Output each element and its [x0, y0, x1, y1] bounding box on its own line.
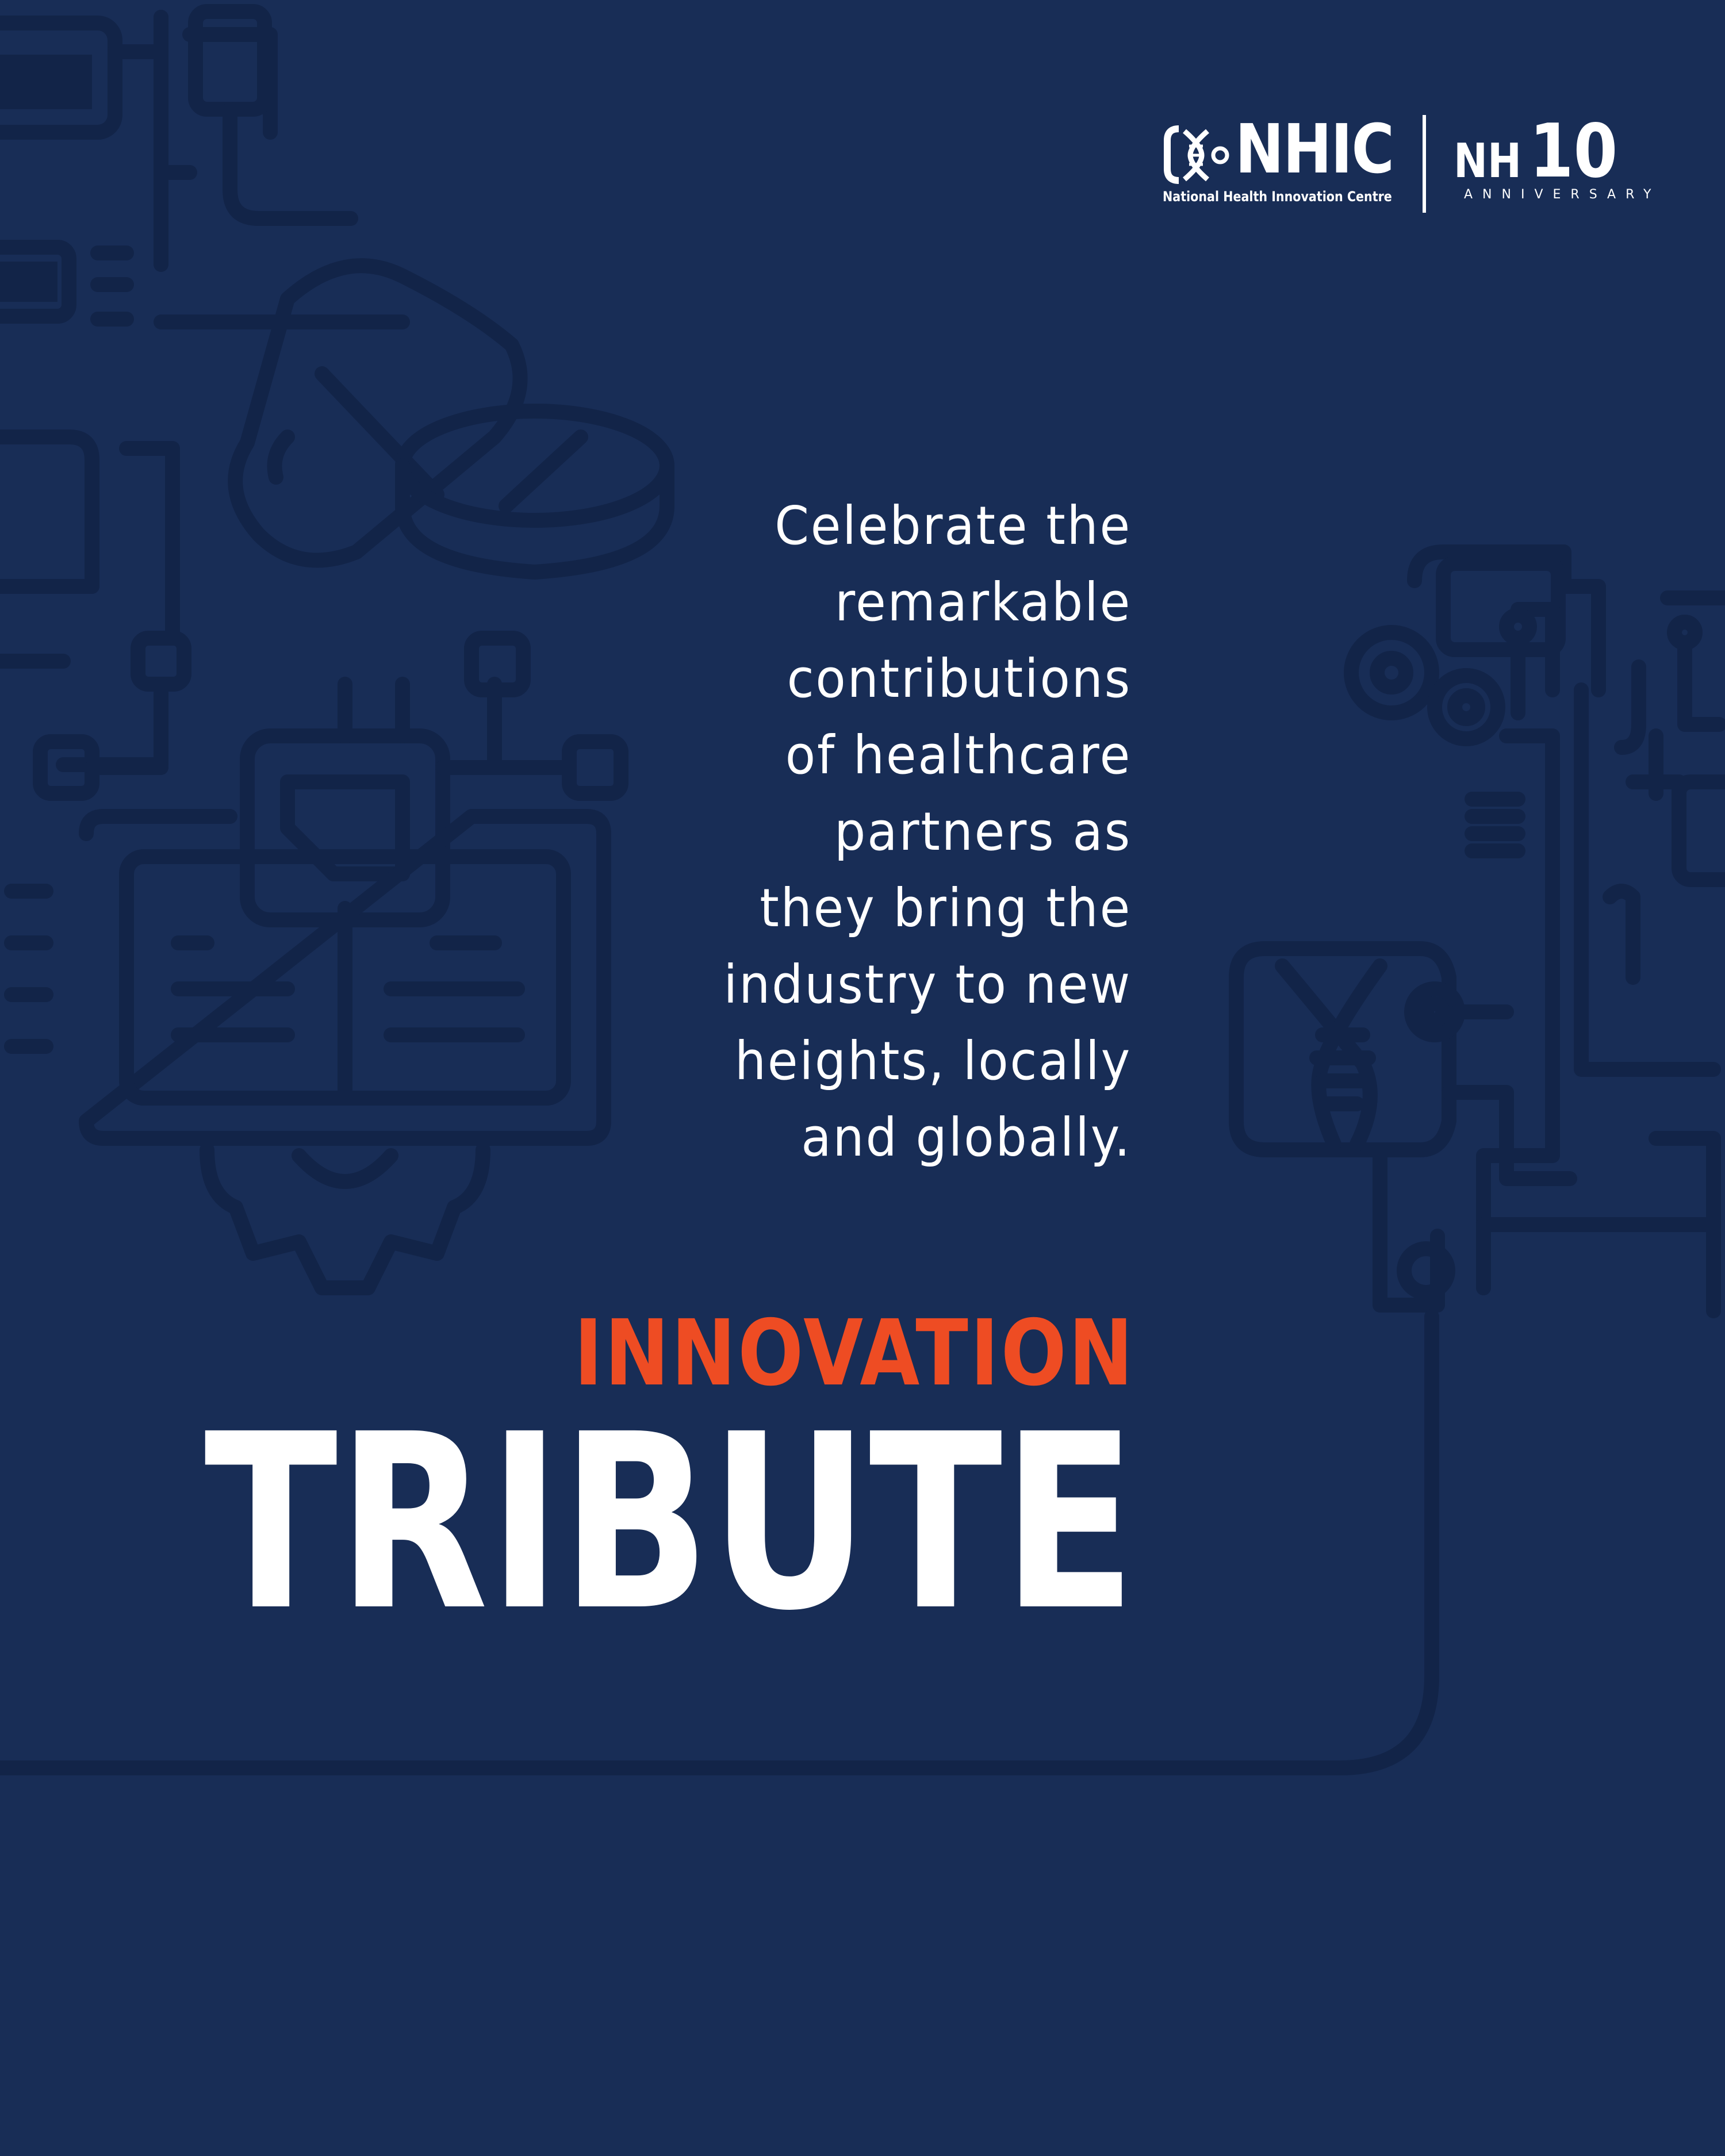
page-title: TRIBUTE	[204, 1383, 1136, 1664]
intro-line: and globally.	[801, 1107, 1132, 1168]
intro-line: they bring the	[760, 877, 1132, 939]
intro-line: industry to new	[723, 954, 1132, 1015]
dna-helix-icon	[1164, 125, 1229, 184]
anniversary-mark: NH	[1454, 134, 1522, 189]
logo-full-name: National Health Innovation Centre	[1163, 189, 1392, 205]
intro-line: Celebrate the	[775, 495, 1132, 557]
intro-text: Celebrate the remarkable contributions o…	[490, 488, 1132, 1176]
intro-line: contributions	[787, 648, 1132, 709]
anniversary-label: ANNIVERSARY	[1464, 187, 1661, 202]
intro-line: remarkable	[835, 571, 1132, 633]
anniversary-number: 10	[1529, 109, 1618, 194]
nhic-logo: NHIC National Health Innovation Centre N…	[1162, 109, 1651, 213]
intro-line: of healthcare	[785, 724, 1132, 786]
intro-line: heights, locally	[734, 1030, 1132, 1092]
intro-line: partners as	[834, 801, 1132, 862]
logo-divider	[1423, 115, 1426, 213]
logo-wordmark: NHIC	[1235, 109, 1394, 189]
